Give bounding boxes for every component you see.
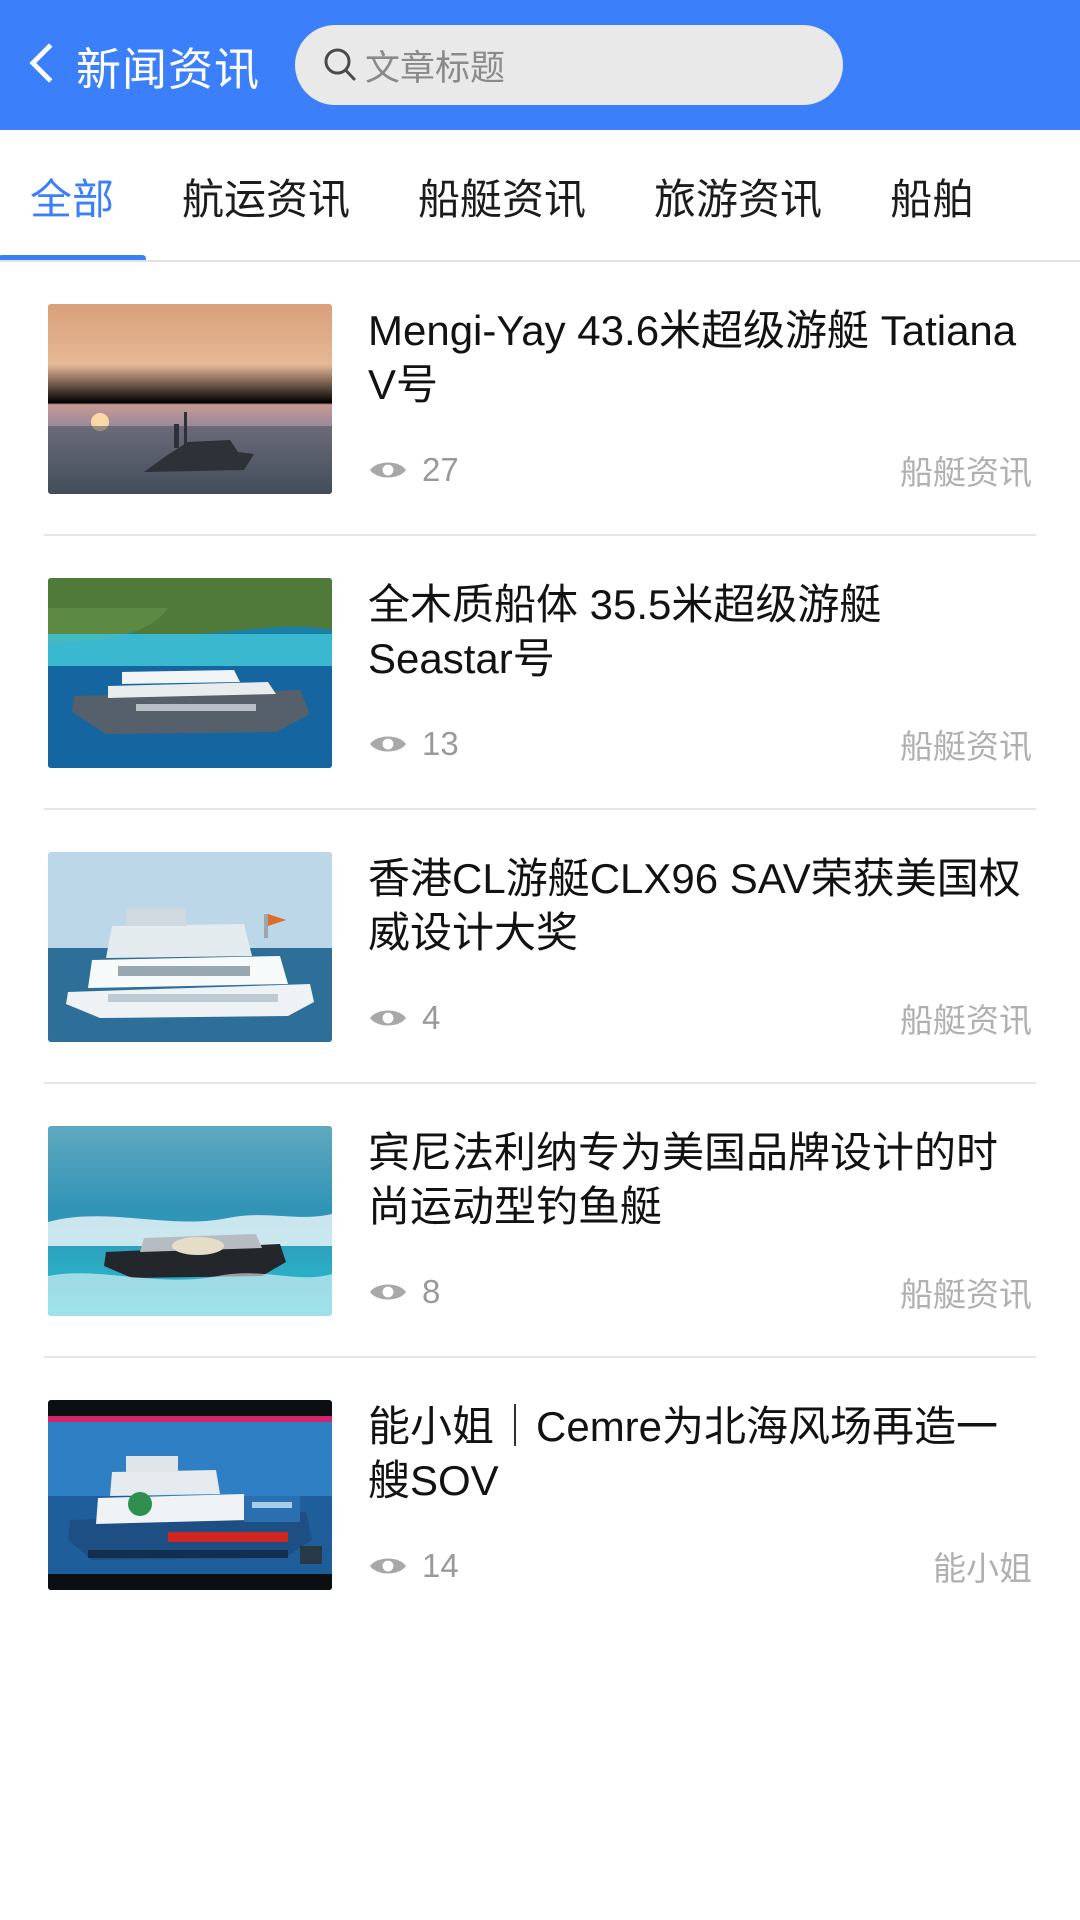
list-item[interactable]: 宾尼法利纳专为美国品牌设计的时尚运动型钓鱼艇 8 船艇资讯 [0,1084,1080,1316]
view-count-group: 27 [368,451,459,489]
article-content: Mengi-Yay 43.6米超级游艇 Tatiana V号 27 船艇资讯 [368,304,1036,494]
article-thumbnail[interactable] [48,578,332,768]
tab-yacht-news[interactable]: 船艇资讯 [418,130,586,262]
article-content: 能小姐｜Cemre为北海风场再造一艘SOV 14 能小姐 [368,1400,1036,1590]
search-input[interactable]: 文章标题 [295,25,844,105]
tab-travel-news[interactable]: 旅游资讯 [654,130,822,262]
article-category: 船艇资讯 [900,1276,1032,1313]
back-button[interactable] [14,25,68,105]
search-placeholder-text: 文章标题 [365,48,506,88]
view-count-group: 4 [368,999,440,1037]
tab-label: 全部 [30,175,115,223]
article-title: Mengi-Yay 43.6米超级游艇 Tatiana V号 [368,307,1017,408]
article-meta: 13 船艇资讯 [368,720,1036,768]
article-title: 能小姐｜Cemre为北海风场再造一艘SOV [368,1403,999,1504]
article-content: 宾尼法利纳专为美国品牌设计的时尚运动型钓鱼艇 8 船艇资讯 [368,1126,1036,1316]
article-meta: 8 船艇资讯 [368,1268,1036,1316]
search-icon [321,46,359,84]
eye-icon [368,1005,408,1031]
article-thumbnail[interactable] [48,1126,332,1316]
page-title: 新闻资讯 [76,43,261,95]
view-count-group: 8 [368,1273,440,1311]
article-title: 宾尼法利纳专为美国品牌设计的时尚运动型钓鱼艇 [368,1129,999,1230]
eye-icon [368,1553,408,1579]
article-title: 全木质船体 35.5米超级游艇 Seastar号 [368,581,882,682]
view-count-group: 13 [368,725,459,763]
tab-label: 旅游资讯 [654,175,823,223]
eye-icon [368,457,408,483]
article-thumbnail[interactable] [48,1400,332,1590]
list-item[interactable]: 香港CL游艇CLX96 SAV荣获美国权威设计大奖 4 船艇资讯 [0,810,1080,1042]
category-tabbar[interactable]: 全部 航运资讯 船艇资讯 旅游资讯 船舶 [0,130,1080,262]
tab-label: 船舶 [890,175,975,223]
tab-label: 船艇资讯 [418,175,587,223]
article-title: 香港CL游艇CLX96 SAV荣获美国权威设计大奖 [368,855,1021,956]
article-thumbnail[interactable] [48,852,332,1042]
app-header: 新闻资讯 文章标题 [0,0,1080,130]
article-category: 能小姐 [933,1550,1032,1587]
view-count: 14 [422,1547,459,1584]
list-item[interactable]: 全木质船体 35.5米超级游艇 Seastar号 13 船艇资讯 [0,536,1080,768]
article-content: 香港CL游艇CLX96 SAV荣获美国权威设计大奖 4 船艇资讯 [368,852,1036,1042]
article-category: 船艇资讯 [900,1002,1032,1039]
tab-label: 航运资讯 [182,175,351,223]
article-category: 船艇资讯 [900,454,1032,491]
article-meta: 4 船艇资讯 [368,994,1036,1042]
view-count: 13 [422,725,459,762]
tab-shipping-news[interactable]: 航运资讯 [182,130,350,262]
view-count: 27 [422,451,459,488]
list-item[interactable]: Mengi-Yay 43.6米超级游艇 Tatiana V号 27 船艇资讯 [0,262,1080,494]
tab-vessel-news[interactable]: 船舶 [890,130,974,262]
view-count: 8 [422,1273,441,1310]
eye-icon [368,731,408,757]
list-item[interactable]: 能小姐｜Cemre为北海风场再造一艘SOV 14 能小姐 [0,1358,1080,1590]
view-count-group: 14 [368,1547,459,1585]
article-category: 船艇资讯 [900,728,1032,765]
article-meta: 14 能小姐 [368,1542,1036,1590]
article-list: Mengi-Yay 43.6米超级游艇 Tatiana V号 27 船艇资讯 全… [0,262,1080,1590]
eye-icon [368,1279,408,1305]
tab-all[interactable]: 全部 [30,130,114,262]
view-count: 4 [422,999,441,1036]
article-thumbnail[interactable] [48,304,332,494]
chevron-left-icon [28,42,54,88]
article-meta: 27 船艇资讯 [368,446,1036,494]
article-content: 全木质船体 35.5米超级游艇 Seastar号 13 船艇资讯 [368,578,1036,768]
